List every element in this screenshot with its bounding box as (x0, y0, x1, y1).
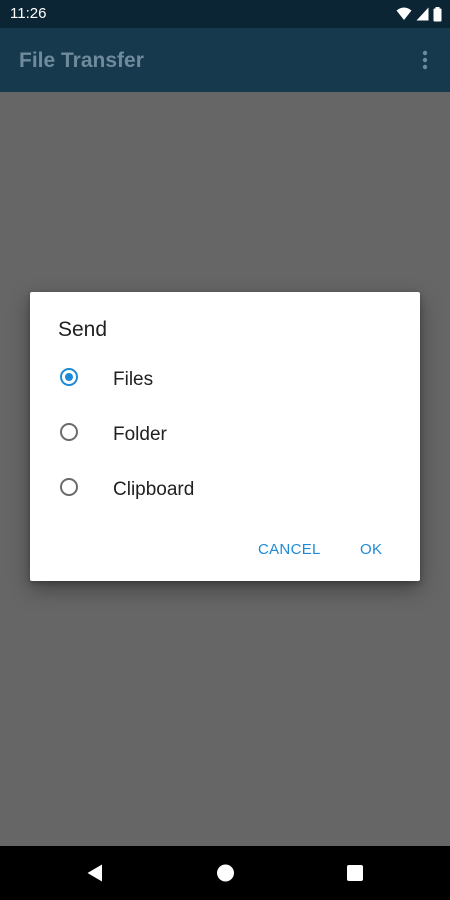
battery-icon (433, 6, 442, 22)
dialog-title: Send (58, 318, 108, 341)
navigation-bar (0, 846, 450, 900)
send-dialog: Send Files Folder Clipboard CANCEL OK (30, 292, 420, 581)
recents-icon[interactable] (346, 863, 364, 888)
status-bar: 11:26 (0, 0, 450, 28)
option-label: Files (113, 369, 154, 390)
option-files[interactable]: Files (30, 358, 420, 402)
option-label: Clipboard (113, 479, 195, 500)
ok-button[interactable]: OK (360, 534, 382, 566)
app-title: File Transfer (19, 49, 144, 72)
cancel-button[interactable]: CANCEL (258, 534, 321, 566)
home-icon[interactable] (216, 863, 235, 888)
option-clipboard[interactable]: Clipboard (30, 468, 420, 512)
radio-button-checked[interactable] (60, 368, 78, 386)
option-folder[interactable]: Folder (30, 413, 420, 457)
status-icons (396, 5, 442, 23)
option-label: Folder (113, 424, 167, 445)
radio-button[interactable] (60, 478, 78, 496)
radio-button[interactable] (60, 423, 78, 441)
back-icon[interactable] (86, 863, 104, 888)
wifi-icon (396, 7, 412, 21)
signal-icon (416, 7, 429, 21)
app-bar: File Transfer (0, 28, 450, 92)
status-time: 11:26 (10, 5, 47, 22)
more-vert-icon[interactable] (414, 48, 436, 72)
